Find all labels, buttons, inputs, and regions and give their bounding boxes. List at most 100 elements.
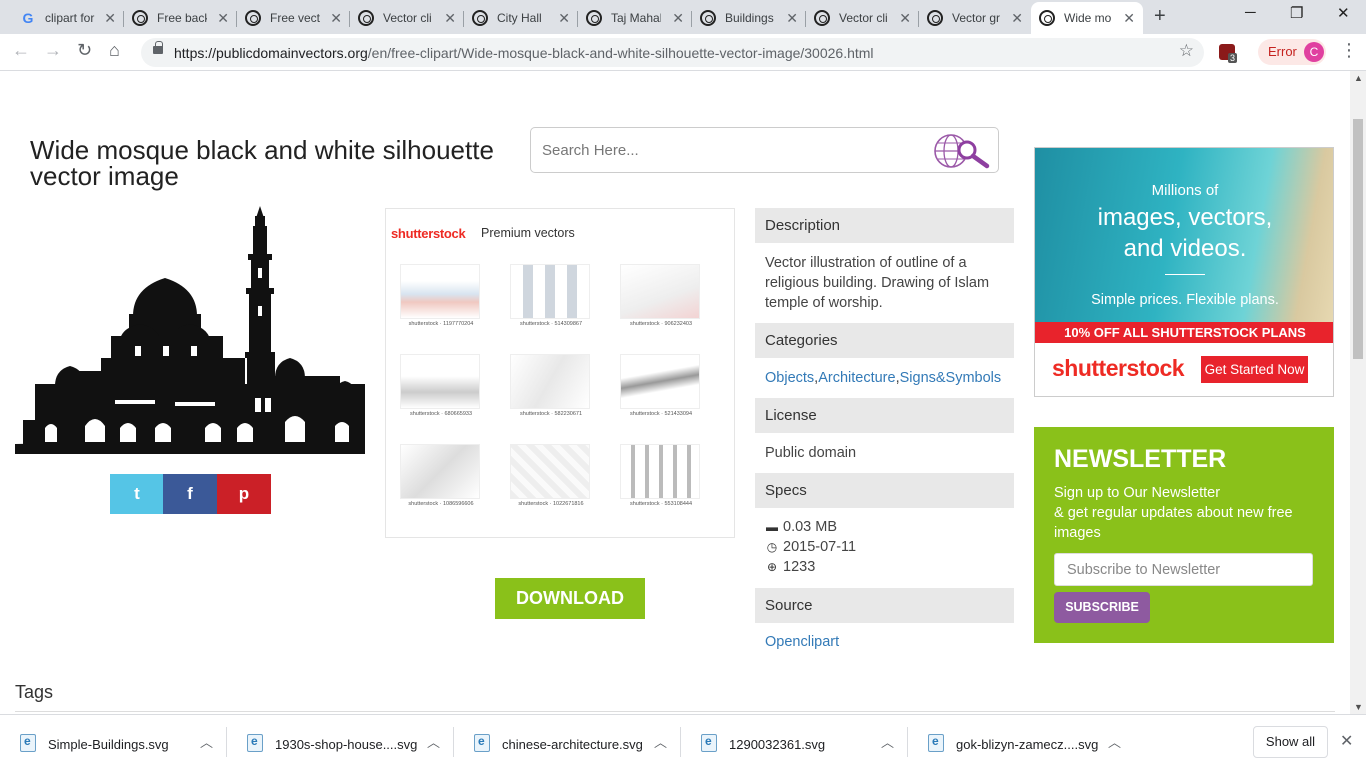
tab-10-active[interactable]: Wide mo ✕ bbox=[1031, 2, 1143, 34]
source-body: Openclipart bbox=[765, 632, 1010, 652]
tab-8[interactable]: Vector cli ✕ bbox=[806, 2, 919, 34]
specs-list: ▬ 0.03 MB ◷ 2015-07-11 ⊕ 1233 bbox=[765, 517, 1010, 577]
twitter-share-button[interactable]: t bbox=[110, 474, 164, 514]
window-close-icon[interactable]: ✕ bbox=[1337, 4, 1350, 22]
site-favicon-icon bbox=[358, 10, 374, 26]
reload-icon[interactable]: ↻ bbox=[77, 40, 92, 61]
site-favicon-icon bbox=[1039, 10, 1055, 26]
tags-heading: Tags bbox=[15, 682, 54, 702]
ad-thumbnail[interactable]: shutterstock · 521433094 bbox=[616, 354, 706, 424]
license-heading: License bbox=[755, 398, 1014, 433]
spec-date-value: 2015-07-11 bbox=[783, 539, 857, 555]
download-item[interactable]: chinese-architecture.svg ︿ bbox=[454, 715, 681, 768]
show-all-downloads-button[interactable]: Show all bbox=[1253, 726, 1328, 758]
tab-4[interactable]: Vector cli ✕ bbox=[350, 2, 464, 34]
scroll-down-icon[interactable]: ▼ bbox=[1354, 702, 1363, 712]
subscribe-button[interactable]: SUBSCRIBE bbox=[1054, 592, 1150, 623]
ad-thumbnail[interactable]: shutterstock · 680665933 bbox=[396, 354, 486, 424]
ad-thumbnail[interactable]: shutterstock · 1022671816 bbox=[506, 444, 596, 514]
minimize-icon[interactable]: ─ bbox=[1245, 4, 1256, 21]
chevron-up-icon[interactable]: ︿ bbox=[654, 732, 667, 751]
license-text: Public domain bbox=[765, 445, 857, 461]
download-item[interactable]: 1290032361.svg ︿ bbox=[681, 715, 908, 768]
search-input[interactable] bbox=[542, 139, 922, 161]
url-text[interactable]: https://publicdomainvectors.org/en/free-… bbox=[174, 45, 874, 61]
address-bar[interactable]: https://publicdomainvectors.org/en/free-… bbox=[141, 38, 1204, 67]
chevron-up-icon[interactable]: ︿ bbox=[427, 732, 440, 751]
bookmark-star-icon[interactable]: ☆ bbox=[1179, 41, 1194, 61]
ad-thumbnail[interactable]: shutterstock · 1197770204 bbox=[396, 264, 486, 334]
spec-size: ▬ 0.03 MB bbox=[765, 517, 1010, 537]
back-arrow-icon[interactable]: ← bbox=[12, 40, 30, 61]
ad-thumbnail[interactable]: shutterstock · 582230671 bbox=[506, 354, 596, 424]
download-filename: 1930s-shop-house....svg bbox=[275, 737, 418, 752]
tab-close-icon[interactable]: ✕ bbox=[558, 10, 570, 27]
tab-close-icon[interactable]: ✕ bbox=[899, 10, 911, 27]
site-favicon-icon bbox=[586, 10, 602, 26]
scrollbar-thumb[interactable] bbox=[1353, 119, 1363, 359]
new-tab-icon[interactable]: + bbox=[1154, 5, 1166, 28]
tab-6[interactable]: Taj Mahal ✕ bbox=[578, 2, 692, 34]
tab-close-icon[interactable]: ✕ bbox=[1123, 10, 1135, 27]
tab-9[interactable]: Vector gr ✕ bbox=[919, 2, 1031, 34]
download-item[interactable]: gok-blizyn-zamecz....svg ︿ bbox=[908, 715, 1135, 768]
clock-icon: ◷ bbox=[766, 540, 778, 554]
tab-title: Vector cli bbox=[383, 11, 432, 25]
mosque-silhouette-image bbox=[15, 206, 365, 454]
ad-headline: images, vectors, and videos. bbox=[1035, 202, 1333, 264]
globe-search-icon[interactable] bbox=[931, 132, 991, 170]
home-icon[interactable]: ⌂ bbox=[109, 40, 120, 61]
tab-close-icon[interactable]: ✕ bbox=[786, 10, 798, 27]
newsletter-heading: NEWSLETTER bbox=[1054, 445, 1227, 473]
scroll-up-icon[interactable]: ▲ bbox=[1354, 73, 1363, 83]
tab-close-icon[interactable]: ✕ bbox=[672, 10, 684, 27]
get-started-button[interactable]: Get Started Now bbox=[1201, 356, 1308, 383]
maximize-icon[interactable]: ❐ bbox=[1290, 4, 1303, 22]
tab-5[interactable]: City Hall ✕ bbox=[464, 2, 578, 34]
thumb-caption: shutterstock · 1197770204 bbox=[408, 321, 474, 327]
ad-thumbnail[interactable]: shutterstock · 1086596606 bbox=[396, 444, 486, 514]
tab-close-icon[interactable]: ✕ bbox=[444, 10, 456, 27]
chevron-up-icon[interactable]: ︿ bbox=[200, 732, 213, 751]
category-link-objects[interactable]: Objects bbox=[765, 370, 814, 386]
forward-arrow-icon[interactable]: → bbox=[44, 40, 62, 61]
ad-line-3: and videos. bbox=[1123, 235, 1247, 262]
page-scrollbar[interactable]: ▲ ▼ bbox=[1350, 71, 1366, 714]
tab-1[interactable]: G clipart for ✕ bbox=[12, 2, 124, 34]
spec-downloads: ⊕ 1233 bbox=[765, 557, 1010, 577]
newsletter-email-input[interactable] bbox=[1054, 553, 1313, 586]
shutterstock-side-ad[interactable]: Millions of images, vectors, and videos. … bbox=[1034, 147, 1334, 397]
tab-7[interactable]: Buildings ✕ bbox=[692, 2, 806, 34]
download-button[interactable]: DOWNLOAD bbox=[495, 578, 645, 619]
tab-2[interactable]: Free back ✕ bbox=[124, 2, 237, 34]
facebook-share-button[interactable]: f bbox=[163, 474, 217, 514]
ad-thumbnail[interactable]: shutterstock · 906232403 bbox=[616, 264, 706, 334]
tab-close-icon[interactable]: ✕ bbox=[1011, 10, 1023, 27]
download-item[interactable]: Simple-Buildings.svg ︿ bbox=[0, 715, 227, 768]
premium-vectors-ad[interactable]: shutterstock Premium vectors shutterstoc… bbox=[385, 208, 735, 538]
chevron-up-icon[interactable]: ︿ bbox=[1108, 732, 1121, 751]
tab-close-icon[interactable]: ✕ bbox=[104, 10, 116, 27]
tab-3[interactable]: Free vect ✕ bbox=[237, 2, 350, 34]
source-heading: Source bbox=[755, 588, 1014, 623]
source-link[interactable]: Openclipart bbox=[765, 634, 839, 650]
ad-thumbnail-grid: shutterstock · 1197770204 shutterstock ·… bbox=[396, 264, 726, 529]
menu-kebab-icon[interactable]: ⋮ bbox=[1340, 40, 1358, 61]
shutterstock-logo: shutterstock bbox=[391, 226, 466, 241]
tab-close-icon[interactable]: ✕ bbox=[330, 10, 342, 27]
pinterest-share-button[interactable]: p bbox=[217, 474, 271, 514]
tab-close-icon[interactable]: ✕ bbox=[217, 10, 229, 27]
svg-file-icon bbox=[20, 734, 36, 752]
ad-thumbnail[interactable]: shutterstock · 514309867 bbox=[506, 264, 596, 334]
thumb-caption: shutterstock · 1022671816 bbox=[518, 501, 584, 507]
profile-error-button[interactable]: Error C bbox=[1258, 39, 1326, 65]
category-link-architecture[interactable]: Architecture bbox=[818, 370, 895, 386]
site-favicon-icon bbox=[245, 10, 261, 26]
close-downloads-bar-icon[interactable]: ✕ bbox=[1340, 731, 1353, 751]
specs-heading: Specs bbox=[755, 473, 1014, 508]
category-link-signs-symbols[interactable]: Signs&Symbols bbox=[900, 370, 1002, 386]
download-item[interactable]: 1930s-shop-house....svg ︿ bbox=[227, 715, 454, 768]
ad-thumbnail[interactable]: shutterstock · 553108444 bbox=[616, 444, 706, 514]
site-favicon-icon bbox=[472, 10, 488, 26]
chevron-up-icon[interactable]: ︿ bbox=[881, 732, 894, 751]
